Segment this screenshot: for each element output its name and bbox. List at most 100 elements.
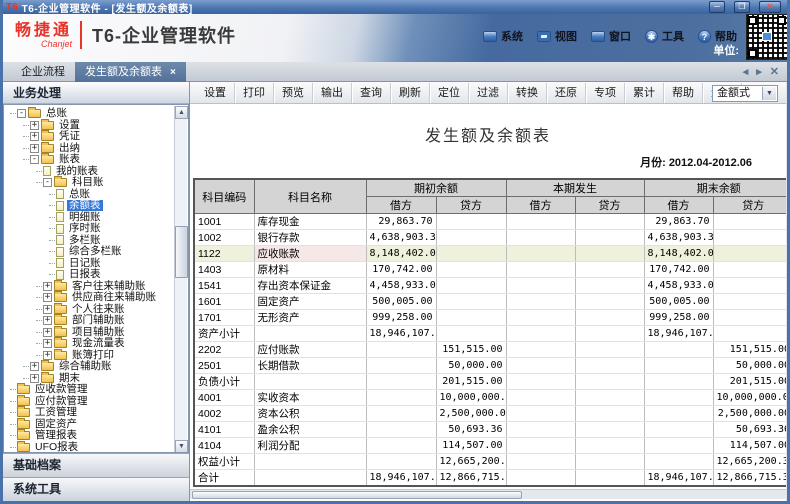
cell-amount[interactable] [506, 453, 576, 470]
cell-amount[interactable]: 50,000.00 [713, 357, 786, 374]
format-select[interactable]: 金额式 ▼ [712, 85, 778, 102]
cell-amount[interactable] [575, 469, 645, 487]
cell-amount[interactable] [506, 341, 576, 358]
cell-amount[interactable] [575, 325, 645, 342]
cell-name[interactable]: 应付账款 [254, 341, 367, 358]
tree-item-凭证[interactable]: + 凭证 [6, 130, 188, 143]
toolbar-button-刷新[interactable]: 刷新 [391, 82, 430, 103]
tree-item-综合多栏账[interactable]: 综合多栏账 [6, 246, 188, 258]
cell-amount[interactable] [506, 325, 576, 342]
cell-code[interactable]: 负债小计 [194, 373, 255, 390]
cell-amount[interactable]: 8,148,402.00 [644, 245, 714, 262]
tree-item-科目账[interactable]: - 科目账 [6, 176, 188, 189]
cell-amount[interactable] [575, 453, 645, 470]
table-row[interactable]: 2202 应付账款 151,515.00 151,515.00 [194, 341, 786, 358]
cell-amount[interactable]: 4,638,903.30 [644, 229, 714, 246]
scrollbar-thumb[interactable] [175, 226, 188, 278]
chevron-down-icon[interactable]: ▼ [762, 87, 776, 100]
cell-amount[interactable]: 170,742.00 [644, 261, 714, 278]
cell-amount[interactable] [644, 341, 714, 358]
collapse-icon[interactable]: - [43, 178, 52, 188]
cell-amount[interactable] [575, 229, 645, 246]
cell-amount[interactable] [506, 293, 576, 310]
tab-close-icon[interactable]: × [170, 67, 176, 78]
cell-amount[interactable] [506, 261, 576, 278]
expand-icon[interactable]: + [30, 143, 39, 153]
cell-amount[interactable] [436, 261, 507, 278]
toolbar-button-专项[interactable]: 专项 [586, 82, 625, 103]
cell-amount[interactable] [575, 437, 645, 454]
table-row[interactable]: 合计18,946,107.0012,866,715.3618,946,107.0… [194, 469, 786, 487]
cell-amount[interactable] [436, 213, 507, 230]
expand-icon[interactable]: + [30, 120, 39, 130]
expand-icon[interactable]: + [30, 132, 39, 142]
cell-amount[interactable]: 201,515.00 [436, 373, 507, 390]
cell-amount[interactable] [713, 261, 786, 278]
cell-amount[interactable]: 500,005.00 [366, 293, 437, 310]
toolbar-button-设置[interactable]: 设置 [196, 82, 235, 103]
cell-amount[interactable] [713, 293, 786, 310]
table-row[interactable]: 1002 银行存款 4,638,903.30 4,638,903.30 [194, 229, 786, 246]
tree-item-供应商往来辅助账[interactable]: + 供应商往来辅助账 [6, 291, 188, 304]
toolbar-button-打印[interactable]: 打印 [235, 82, 274, 103]
toolbar-button-定位[interactable]: 定位 [430, 82, 469, 103]
expand-icon[interactable]: + [43, 293, 52, 303]
toolbar-button-还原[interactable]: 还原 [547, 82, 586, 103]
expand-icon[interactable]: + [43, 350, 52, 360]
cell-code[interactable]: 合计 [194, 469, 255, 487]
cell-amount[interactable] [713, 229, 786, 246]
tree-item-日报表[interactable]: 日报表 [6, 269, 188, 281]
cell-amount[interactable] [575, 389, 645, 406]
expand-icon[interactable]: + [30, 373, 39, 383]
cell-amount[interactable] [436, 325, 507, 342]
cell-amount[interactable]: 50,693.36 [436, 421, 507, 438]
sidebar-header-business[interactable]: 业务处理 [3, 82, 189, 104]
cell-amount[interactable] [436, 245, 507, 262]
cell-code[interactable]: 1601 [194, 293, 255, 310]
cell-name[interactable]: 长期借款 [254, 357, 367, 374]
cell-amount[interactable]: 201,515.00 [713, 373, 786, 390]
maximize-button[interactable]: ❐ [734, 1, 750, 13]
cell-name[interactable] [254, 469, 367, 487]
expand-icon[interactable]: + [43, 304, 52, 314]
cell-amount[interactable]: 8,148,402.00 [366, 245, 437, 262]
cell-amount[interactable] [506, 213, 576, 230]
tab-scroll-left-icon[interactable]: ◂ [743, 65, 749, 78]
cell-name[interactable]: 资本公积 [254, 405, 367, 422]
cell-amount[interactable] [436, 229, 507, 246]
cell-amount[interactable] [506, 309, 576, 326]
cell-name[interactable] [254, 373, 367, 390]
toolbar-button-帮助[interactable]: 帮助 [664, 82, 703, 103]
cell-name[interactable]: 利润分配 [254, 437, 367, 454]
table-row[interactable]: 2501 长期借款 50,000.00 50,000.00 [194, 357, 786, 374]
cell-amount[interactable]: 114,507.00 [436, 437, 507, 454]
cell-name[interactable] [254, 325, 367, 342]
table-row[interactable]: 4001实收资本 10,000,000.00 10,000,000.00 [194, 389, 786, 406]
tree-item-设置[interactable]: + 设置 [6, 118, 188, 132]
cell-amount[interactable]: 18,946,107.00 [644, 325, 714, 342]
toolbar-button-过滤[interactable]: 过滤 [469, 82, 508, 103]
tab-scroll-right-icon[interactable]: ▸ [756, 65, 762, 78]
cell-amount[interactable] [506, 389, 576, 406]
cell-amount[interactable] [575, 357, 645, 374]
cell-code[interactable]: 4104 [194, 437, 255, 454]
tree-item-现金流量表[interactable]: + 现金流量表 [6, 337, 188, 350]
cell-code[interactable]: 4101 [194, 421, 255, 438]
table-row[interactable]: 权益小计 12,665,200.36 12,665,200.36 [194, 453, 786, 470]
tree-item-余额表[interactable]: 余额表 [6, 200, 188, 212]
cell-amount[interactable]: 2,500,000.00 [713, 405, 786, 422]
close-button[interactable]: ✕ [759, 1, 781, 13]
cell-amount[interactable] [366, 373, 437, 390]
cell-amount[interactable] [436, 309, 507, 326]
cell-amount[interactable]: 18,946,107.00 [644, 469, 714, 487]
cell-amount[interactable]: 10,000,000.00 [713, 389, 786, 406]
cell-amount[interactable]: 999,258.00 [366, 309, 437, 326]
cell-code[interactable]: 1122 [194, 245, 255, 262]
table-row[interactable]: 1701 无形资产 999,258.00 999,258.00 [194, 309, 786, 326]
cell-name[interactable]: 原材料 [254, 261, 367, 278]
expand-icon[interactable]: + [43, 339, 52, 349]
cell-amount[interactable] [506, 437, 576, 454]
cell-amount[interactable] [575, 309, 645, 326]
scroll-up-icon[interactable]: ▲ [175, 106, 188, 119]
scrollbar-thumb[interactable] [192, 491, 522, 499]
